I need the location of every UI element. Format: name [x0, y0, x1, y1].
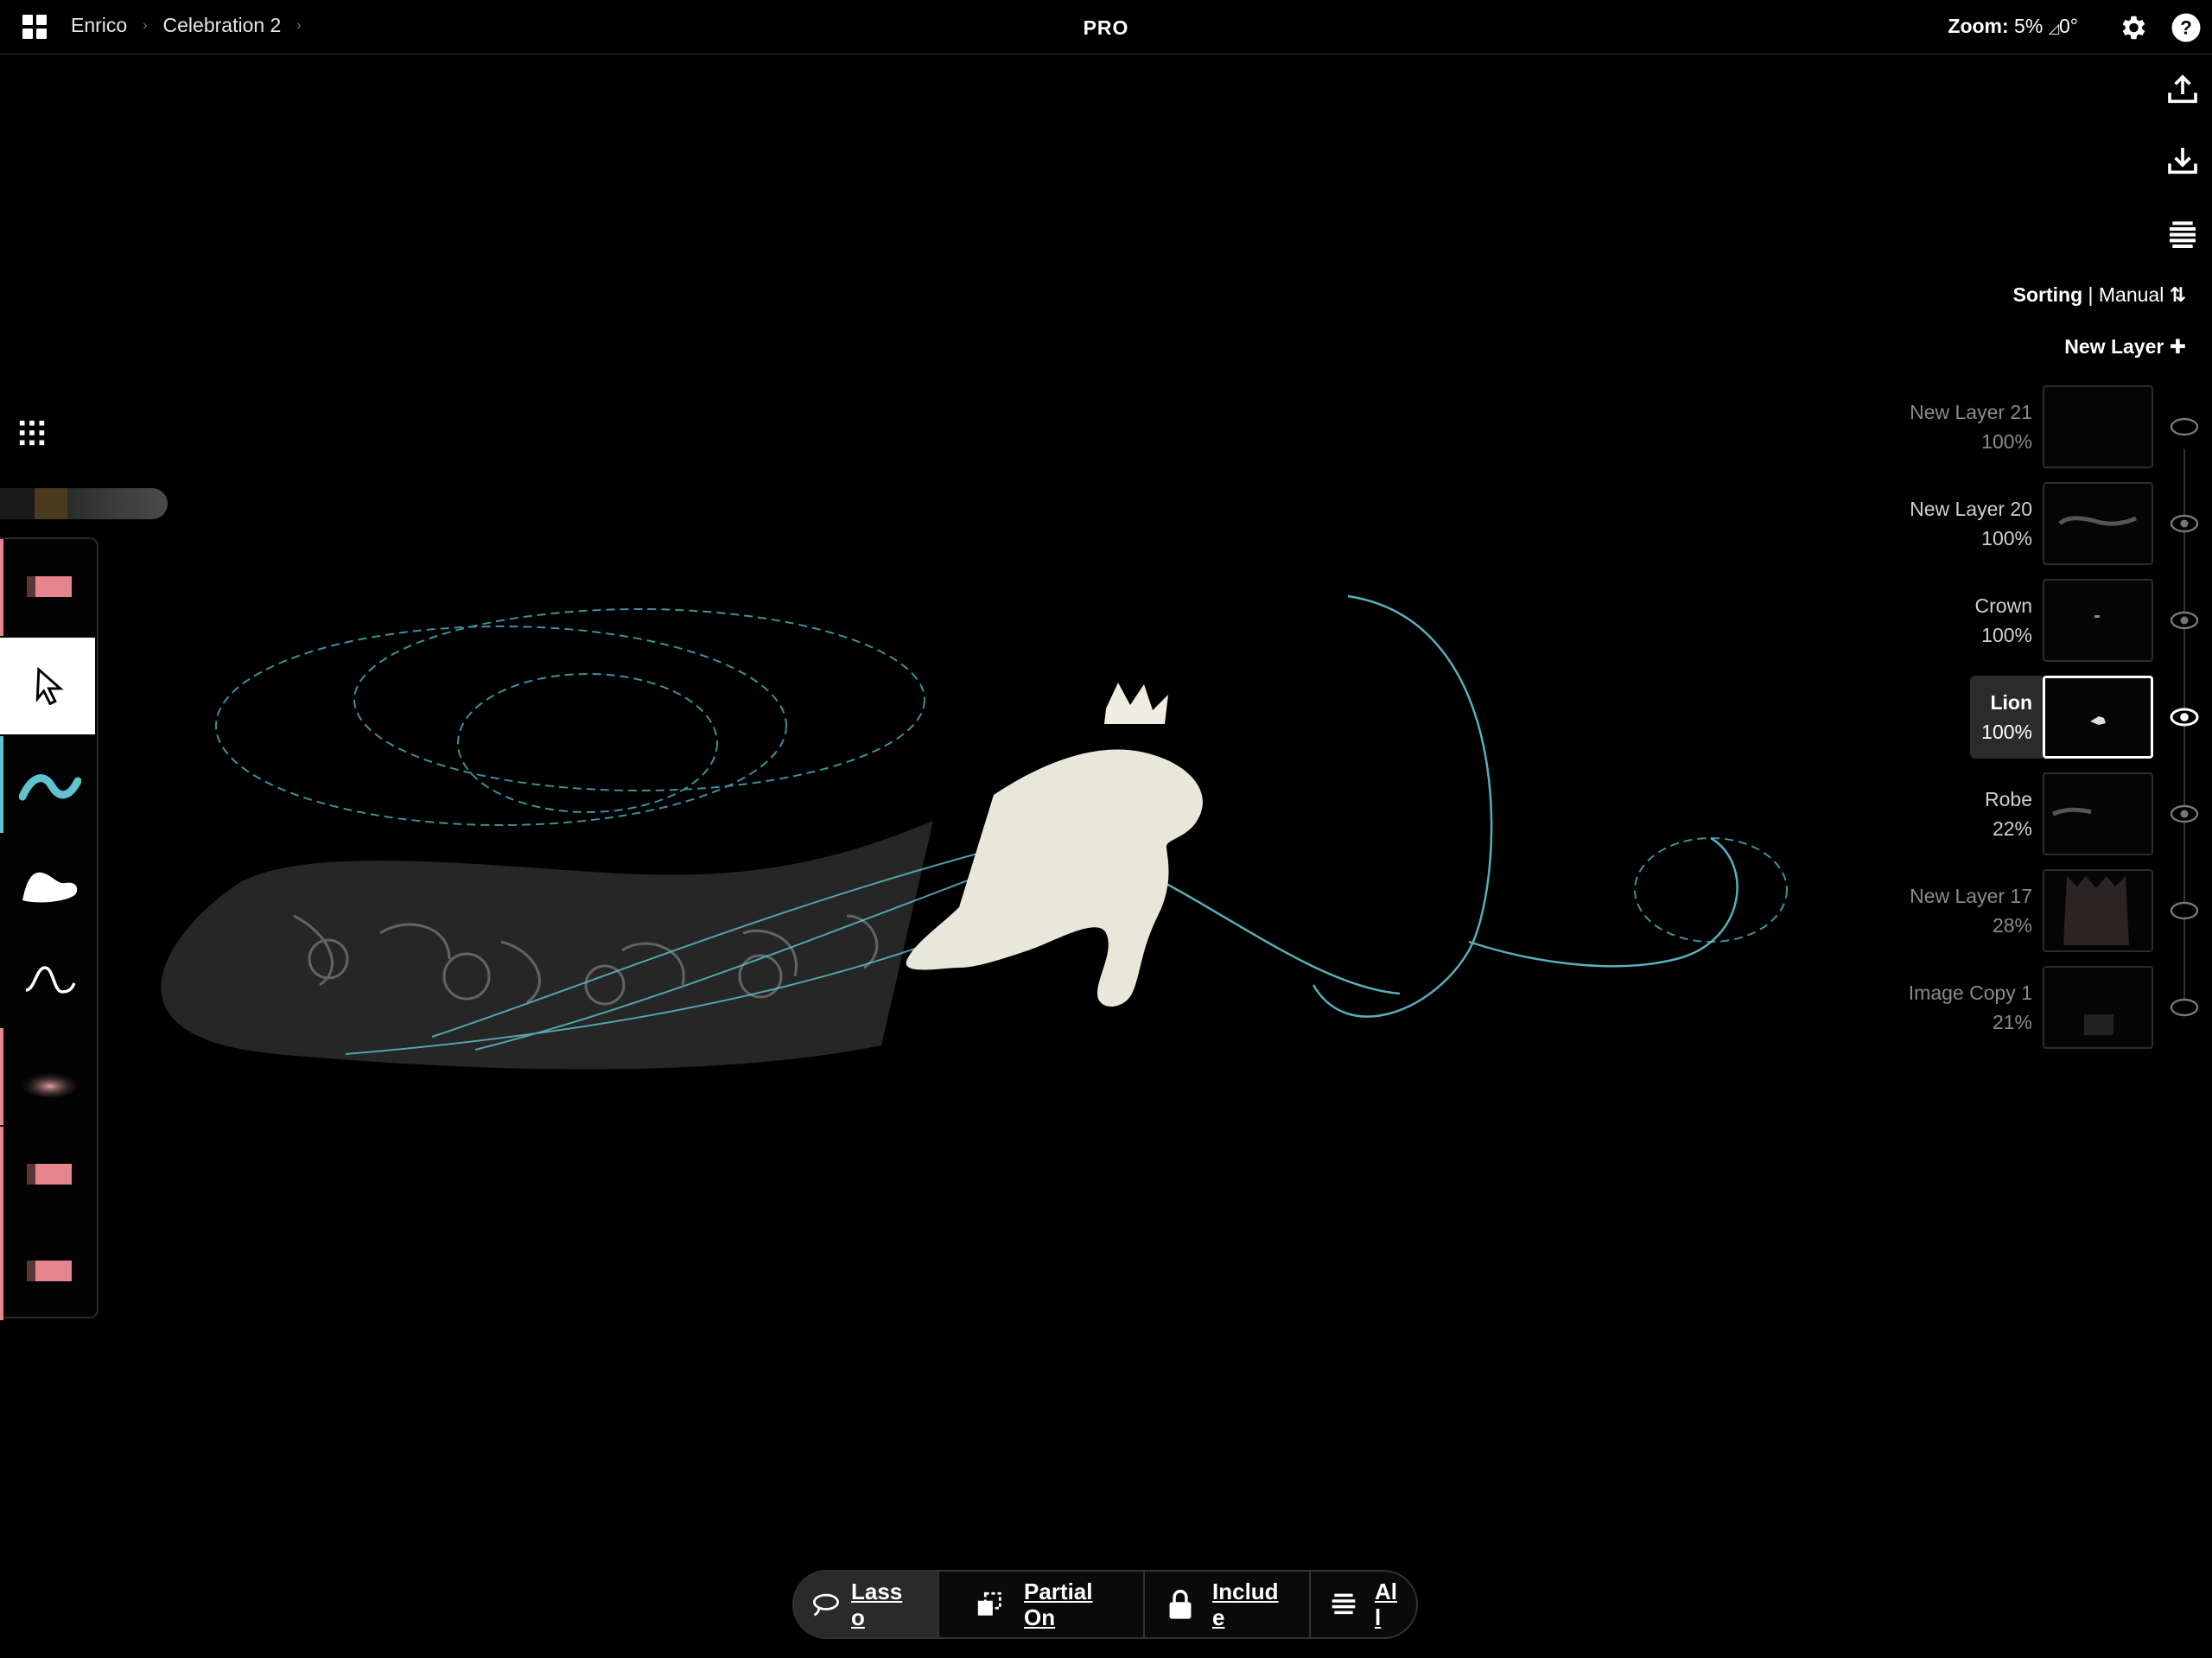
layer-name: Lion	[1990, 691, 2032, 714]
layer-row[interactable]: New Layer 21 100%	[1910, 385, 2212, 472]
layer-thumbnail[interactable]	[2043, 772, 2153, 855]
sort-arrows-icon: ⇅	[2169, 283, 2186, 306]
layer-row[interactable]: New Layer 20 100%	[1910, 482, 2212, 569]
eye-icon[interactable]	[2169, 605, 2200, 636]
zoom-value: 5%	[2014, 15, 2044, 37]
sorting-mode: Manual	[2098, 283, 2164, 306]
selection-mode-bar: Lass o Partial On Includ e Al l	[792, 1570, 1418, 1639]
upload-icon[interactable]	[2165, 73, 2200, 107]
partial-on-button[interactable]: Partial On	[939, 1572, 1143, 1637]
layer-name: Image Copy 1	[1908, 981, 2032, 1004]
layer-opacity: 21%	[1992, 1011, 2032, 1033]
new-layer-label: New Layer	[2064, 335, 2164, 358]
layer-row[interactable]: Crown 100%	[1953, 579, 2212, 665]
sorting-separator: |	[2088, 283, 2094, 306]
zoom-label: Zoom:	[1948, 15, 2009, 37]
layer-thumbnail[interactable]	[2043, 676, 2153, 759]
layer-selection-highlight	[1970, 676, 2043, 759]
airbrush-tool[interactable]	[0, 1028, 95, 1125]
apps-grid-icon[interactable]	[22, 15, 48, 41]
layer-thumbnail[interactable]	[2043, 579, 2153, 662]
eraser-tool-2[interactable]	[0, 1127, 95, 1223]
lasso-button[interactable]: Lass o	[794, 1572, 938, 1637]
layer-name: New Layer 20	[1910, 498, 2032, 520]
download-icon[interactable]	[2165, 143, 2200, 178]
eye-icon[interactable]	[2169, 702, 2200, 733]
new-layer-button[interactable]: New Layer ✚	[2064, 335, 2186, 359]
layer-opacity: 28%	[1992, 914, 2032, 937]
eraser-icon	[27, 1164, 72, 1185]
airbrush-icon	[21, 1070, 79, 1097]
layer-row-selected[interactable]: Lion 100%	[1953, 676, 2212, 762]
curve-icon	[25, 966, 76, 994]
layer-name: Robe	[1985, 788, 2032, 810]
brush-tool-teal[interactable]	[0, 736, 95, 833]
layer-opacity: 100%	[1981, 624, 2032, 646]
layer-opacity: 100%	[1981, 527, 2032, 549]
color-history-strip[interactable]	[0, 488, 168, 519]
lasso-icon	[813, 1593, 839, 1617]
all-label: Al l	[1375, 1579, 1397, 1630]
layer-name: New Layer 21	[1910, 401, 2032, 423]
tool-palette	[0, 537, 99, 1320]
layer-name: New Layer 17	[1910, 885, 2032, 907]
lock-icon	[1169, 1590, 1192, 1619]
partial-select-icon	[977, 1591, 1001, 1616]
selection-tool[interactable]	[0, 638, 95, 734]
blob-brush-tool[interactable]	[0, 833, 95, 930]
include-label: Includ e	[1212, 1579, 1279, 1630]
layer-opacity: 22%	[1992, 817, 2032, 840]
breadcrumb-item-enrico[interactable]: Enrico	[71, 14, 127, 37]
wave-brush-icon	[19, 774, 81, 801]
cursor-arrow-icon	[35, 667, 64, 705]
layer-opacity: 100%	[1981, 430, 2032, 453]
rotation-icon: ◿	[2048, 22, 2059, 36]
rotation-value: 0°	[2059, 15, 2078, 37]
layer-thumbnail[interactable]	[2043, 385, 2153, 468]
chevron-right-icon: ›	[143, 17, 148, 33]
eye-closed-icon[interactable]	[2169, 411, 2200, 442]
chevron-right-icon: ›	[296, 17, 302, 33]
breadcrumb-item-celebration[interactable]: Celebration 2	[163, 14, 282, 37]
settings-gear-icon[interactable]	[2117, 12, 2148, 43]
breadcrumb: Enrico › Celebration 2 ›	[71, 14, 302, 37]
lasso-label: Lass o	[851, 1579, 903, 1630]
eye-closed-icon[interactable]	[2169, 895, 2200, 926]
tool-grid-icon[interactable]	[17, 418, 47, 448]
blob-brush-icon	[22, 872, 78, 903]
layer-thumbnail[interactable]	[2043, 869, 2153, 952]
stack-icon	[1332, 1593, 1356, 1615]
layer-row[interactable]: Image Copy 1 21%	[1909, 966, 2212, 1052]
sorting-label: Sorting	[2012, 283, 2083, 306]
eraser-tool-3[interactable]	[0, 1223, 95, 1320]
curve-tool[interactable]	[0, 930, 95, 1026]
layer-name: Crown	[1974, 594, 2032, 617]
sorting-control[interactable]: Sorting | Manual ⇅	[2013, 283, 2186, 307]
help-icon[interactable]: ?	[2171, 12, 2202, 43]
svg-text:?: ?	[2180, 17, 2192, 39]
pro-badge: PRO	[1083, 16, 1129, 39]
layer-opacity: 100%	[1981, 721, 2032, 743]
plus-icon: ✚	[2169, 335, 2186, 358]
partial-label: Partial On	[1024, 1579, 1093, 1630]
layer-row[interactable]: New Layer 17 28%	[1910, 869, 2212, 956]
eye-icon[interactable]	[2169, 798, 2200, 829]
eraser-tool[interactable]	[0, 539, 95, 636]
eraser-icon	[27, 1261, 72, 1281]
eraser-icon	[27, 576, 72, 597]
eye-icon[interactable]	[2169, 508, 2200, 539]
layer-thumbnail[interactable]	[2043, 482, 2153, 565]
eye-closed-icon[interactable]	[2169, 992, 2200, 1023]
include-button[interactable]: Includ e	[1145, 1572, 1309, 1637]
layer-row[interactable]: Robe 22%	[1953, 772, 2212, 859]
canvas-artwork[interactable]	[104, 570, 1797, 1175]
layers-stack-icon[interactable]	[2165, 216, 2200, 251]
zoom-readout[interactable]: Zoom: 5% ◿0°	[1948, 15, 2078, 38]
layer-thumbnail[interactable]	[2043, 966, 2153, 1049]
top-bar: Enrico › Celebration 2 › PRO Zoom: 5% ◿0…	[0, 0, 2212, 54]
all-button[interactable]: Al l	[1311, 1572, 1416, 1637]
